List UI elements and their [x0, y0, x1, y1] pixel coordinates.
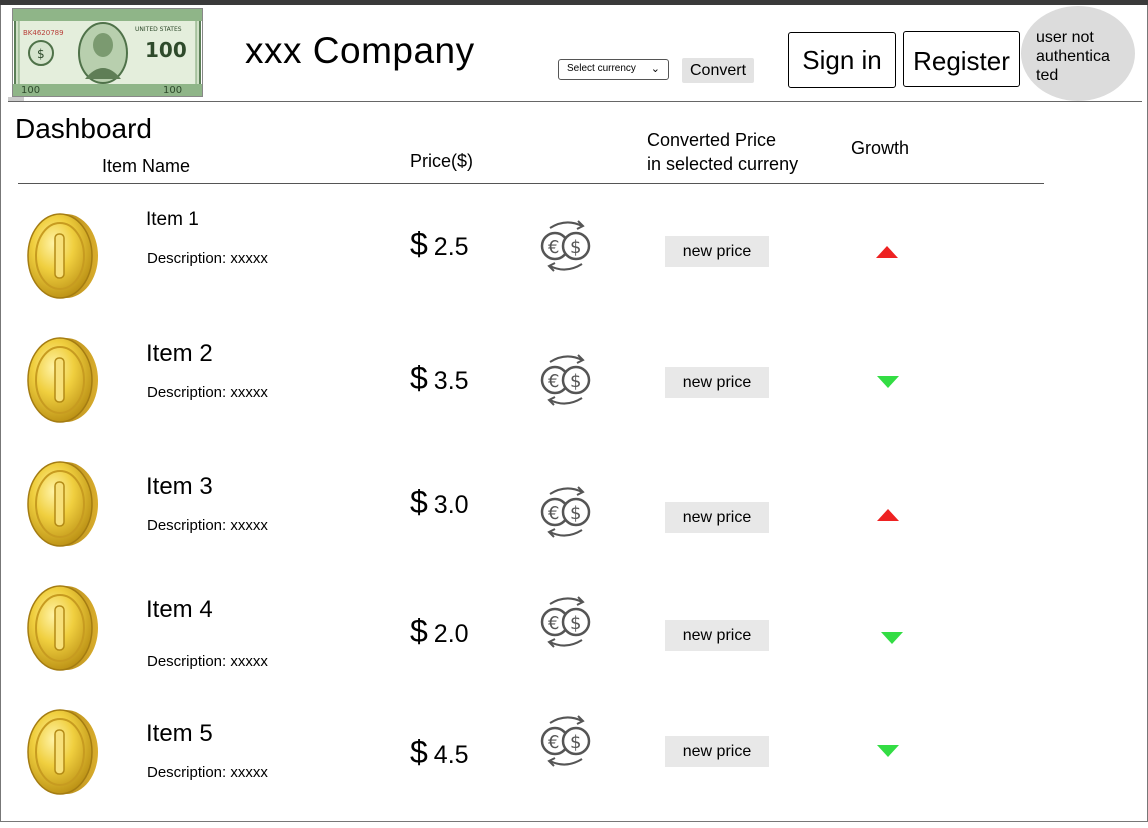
- column-header-converted-line1: Converted Price: [647, 130, 777, 150]
- user-status-line-2: authentica: [1036, 48, 1110, 65]
- column-header-converted-line2: in selected curreny: [647, 154, 799, 174]
- item-price: $3.5: [410, 360, 469, 397]
- converted-price-button[interactable]: new price: [665, 502, 769, 533]
- converted-price-button[interactable]: new price: [665, 236, 769, 267]
- column-header-converted: Converted Price in selected curreny: [647, 128, 798, 176]
- item-description: Description: xxxxx: [147, 384, 268, 401]
- svg-text:€: €: [548, 732, 559, 753]
- currency-symbol: $: [410, 360, 428, 396]
- item-description: Description: xxxxx: [147, 764, 268, 781]
- user-status-line-1: user not: [1036, 29, 1094, 46]
- svg-text:$: $: [570, 732, 581, 753]
- svg-text:$: $: [570, 613, 581, 634]
- table-row[interactable]: Item 3 Description: xxxxx $3.0 € $ new p…: [0, 460, 1148, 580]
- column-header-growth: Growth: [851, 138, 910, 158]
- euro-dollar-exchange-icon[interactable]: € $: [536, 711, 596, 771]
- price-value: 4.5: [433, 741, 469, 769]
- header-divider: [8, 101, 1142, 102]
- svg-text:€: €: [548, 237, 559, 258]
- item-name: Item 3: [146, 473, 213, 500]
- item-name: Item 1: [146, 209, 199, 230]
- svg-text:€: €: [548, 613, 559, 634]
- euro-dollar-exchange-icon[interactable]: € $: [536, 350, 596, 410]
- triangle-up-icon: [877, 509, 899, 521]
- table-row[interactable]: Item 2 Description: xxxxx $3.5 € $ new p…: [0, 336, 1148, 456]
- column-header-price: Price($): [410, 151, 474, 171]
- item-description: Description: xxxxx: [147, 653, 268, 670]
- svg-text:UNITED STATES: UNITED STATES: [135, 26, 182, 33]
- currency-select-placeholder: Select currency: [567, 63, 636, 74]
- gold-coin-icon: [27, 585, 98, 671]
- currency-symbol: $: [410, 734, 428, 770]
- svg-text:$: $: [570, 237, 581, 258]
- converted-price-button[interactable]: new price: [665, 367, 769, 398]
- hundred-dollar-bill-icon: $ BK4620789 UNITED STATES 100 100 100: [12, 8, 203, 97]
- triangle-down-icon: [877, 376, 899, 388]
- triangle-down-icon: [881, 632, 903, 644]
- item-price: $4.5: [410, 734, 469, 771]
- column-header-item-name: Item Name: [102, 156, 191, 176]
- price-value: 3.5: [433, 367, 469, 395]
- svg-text:BK4620789: BK4620789: [23, 29, 64, 37]
- svg-text:€: €: [548, 503, 559, 524]
- euro-dollar-exchange-icon[interactable]: € $: [536, 592, 596, 652]
- item-price: $3.0: [410, 484, 469, 521]
- svg-text:€: €: [548, 371, 559, 392]
- table-row[interactable]: Item 5 Description: xxxxx $4.5 € $ new p…: [0, 708, 1148, 828]
- window-top-bar: [0, 0, 1148, 5]
- currency-symbol: $: [410, 484, 428, 520]
- company-name: xxx Company: [245, 30, 475, 71]
- gold-coin-icon: [27, 213, 98, 299]
- item-description: Description: xxxxx: [147, 517, 268, 534]
- currency-symbol: $: [410, 226, 428, 262]
- item-price: $2.0: [410, 613, 469, 650]
- chevron-down-icon: ⌄: [650, 63, 660, 75]
- sign-in-button[interactable]: Sign in: [788, 32, 896, 88]
- svg-text:100: 100: [145, 38, 187, 62]
- triangle-up-icon: [876, 246, 898, 258]
- svg-text:$: $: [570, 503, 581, 524]
- price-value: 2.0: [433, 620, 469, 648]
- item-description: Description: xxxxx: [147, 250, 268, 267]
- triangle-down-icon: [877, 745, 899, 757]
- register-button[interactable]: Register: [903, 31, 1020, 87]
- item-name: Item 2: [146, 340, 213, 367]
- svg-text:100: 100: [163, 85, 182, 96]
- gold-coin-icon: [27, 709, 98, 795]
- item-price: $2.5: [410, 226, 469, 263]
- euro-dollar-exchange-icon[interactable]: € $: [536, 216, 596, 276]
- gold-coin-icon: [27, 337, 98, 423]
- price-value: 2.5: [433, 233, 469, 261]
- item-name: Item 4: [146, 596, 213, 623]
- svg-text:$: $: [570, 371, 581, 392]
- price-value: 3.0: [433, 491, 469, 519]
- converted-price-button[interactable]: new price: [665, 620, 769, 651]
- svg-text:$: $: [37, 47, 45, 61]
- currency-select[interactable]: Select currency ⌄: [558, 59, 669, 80]
- page-title: Dashboard: [15, 113, 152, 144]
- gold-coin-icon: [27, 461, 98, 547]
- user-avatar[interactable]: user not authentica ted: [1021, 6, 1135, 101]
- currency-symbol: $: [410, 613, 428, 649]
- svg-text:100: 100: [21, 85, 40, 96]
- table-header-divider: [18, 183, 1044, 184]
- table-row[interactable]: Item 1 Description: xxxxx $2.5 € $ new p…: [0, 209, 1148, 332]
- table-row[interactable]: Item 4 Description: xxxxx $2.0 € $ new p…: [0, 584, 1148, 704]
- converted-price-button[interactable]: new price: [665, 736, 769, 767]
- item-name: Item 5: [146, 720, 213, 747]
- convert-button[interactable]: Convert: [682, 58, 754, 83]
- user-status-line-3: ted: [1036, 67, 1059, 84]
- euro-dollar-exchange-icon[interactable]: € $: [536, 482, 596, 542]
